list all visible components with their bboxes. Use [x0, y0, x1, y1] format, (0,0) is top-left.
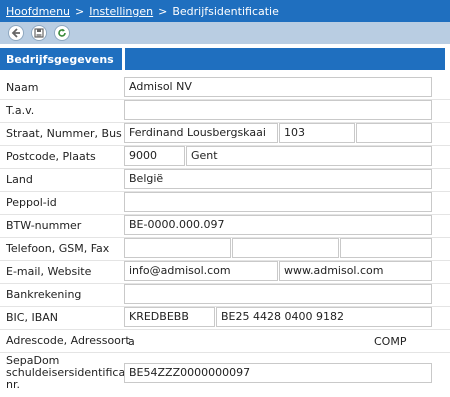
refresh-icon	[58, 28, 66, 37]
label-land: Land	[6, 173, 33, 186]
naam-input[interactable]: Admisol NV	[124, 77, 432, 97]
breadcrumb-separator: >	[75, 4, 85, 18]
fax-input[interactable]	[340, 238, 432, 258]
section-header-bar	[125, 48, 445, 70]
refresh-button[interactable]	[54, 25, 70, 41]
breadcrumb: Hoofdmenu > Instellingen > Bedrijfsident…	[0, 0, 450, 22]
back-icon	[11, 28, 20, 38]
label-sepa-line2: schuldeisersidentificatie	[6, 366, 140, 379]
bic-input[interactable]: KREDBEBB	[124, 307, 215, 327]
save-icon	[34, 28, 44, 38]
breadcrumb-separator: >	[158, 4, 168, 18]
section-title: Bedrijfsgegevens	[0, 48, 122, 70]
email-input[interactable]: info@admisol.com	[124, 261, 278, 281]
section-header: Bedrijfsgegevens	[0, 48, 445, 70]
label-telefoon: Telefoon, GSM, Fax	[6, 242, 110, 255]
iban-input[interactable]: BE25 4428 0400 9182	[216, 307, 432, 327]
row-divider	[0, 352, 450, 353]
plaats-input[interactable]: Gent	[186, 146, 432, 166]
adrescode-value: a	[128, 335, 135, 348]
label-postcode: Postcode, Plaats	[6, 150, 96, 163]
label-peppol: Peppol-id	[6, 196, 57, 209]
sepa-input[interactable]: BE54ZZZ0000000097	[124, 363, 432, 383]
breadcrumb-hoofdmenu[interactable]: Hoofdmenu	[6, 5, 70, 18]
toolbar	[0, 22, 450, 44]
tav-input[interactable]	[124, 100, 432, 120]
number-input[interactable]: 103	[279, 123, 355, 143]
label-naam: Naam	[6, 81, 39, 94]
adressoort-value: COMP	[374, 335, 407, 348]
label-sepa: SepaDom schuldeisersidentificatie nr.	[6, 355, 139, 391]
gsm-input[interactable]	[232, 238, 339, 258]
label-bankrekening: Bankrekening	[6, 288, 82, 301]
label-btw: BTW-nummer	[6, 219, 82, 232]
land-input[interactable]: België	[124, 169, 432, 189]
breadcrumb-current: Bedrijfsidentificatie	[172, 4, 279, 18]
telefoon-input[interactable]	[124, 238, 231, 258]
label-tav: T.a.v.	[6, 104, 35, 117]
label-straat: Straat, Nummer, Bus	[6, 127, 122, 140]
save-button[interactable]	[31, 25, 47, 41]
bankrekening-input[interactable]	[124, 284, 432, 304]
label-email: E-mail, Website	[6, 265, 92, 278]
label-adrescode: Adrescode, Adressoort	[6, 334, 130, 347]
label-bic-iban: BIC, IBAN	[6, 311, 59, 324]
row-divider	[0, 329, 450, 330]
back-button[interactable]	[8, 25, 24, 41]
postcode-input[interactable]: 9000	[124, 146, 185, 166]
bus-input[interactable]	[356, 123, 432, 143]
website-input[interactable]: www.admisol.com	[279, 261, 432, 281]
label-sepa-line3: nr.	[6, 378, 20, 391]
breadcrumb-instellingen[interactable]: Instellingen	[89, 5, 153, 18]
street-input[interactable]: Ferdinand Lousbergskaai	[124, 123, 278, 143]
btw-input[interactable]: BE-0000.000.097	[124, 215, 432, 235]
peppol-input[interactable]	[124, 192, 432, 212]
